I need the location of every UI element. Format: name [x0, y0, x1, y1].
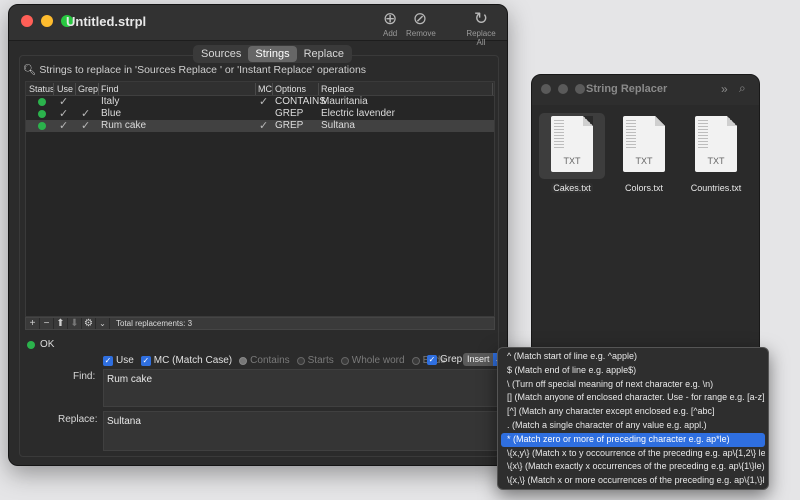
- tab-bar: Sources Strings Replace: [193, 45, 352, 63]
- window-title: Untitled.strpl: [66, 14, 147, 29]
- grep-option: ✓ Grep: [427, 354, 463, 365]
- find-label: Find:: [73, 371, 96, 382]
- menu-item-highlighted[interactable]: * (Match zero or more of preceding chara…: [501, 432, 765, 447]
- file-item[interactable]: TXT Cakes.txt: [538, 113, 606, 194]
- remove-row-icon[interactable]: −: [40, 318, 54, 329]
- total-replacements: Total replacements: 3: [116, 319, 193, 328]
- menu-item[interactable]: [] (Match anyone of enclosed character. …: [501, 391, 765, 405]
- side-titlebar: String Replacer » ⌕: [532, 75, 759, 105]
- col-options[interactable]: Options: [275, 84, 306, 94]
- plus-circle-icon: ⊕: [383, 9, 398, 28]
- grep-check-icon[interactable]: ✓: [81, 108, 90, 120]
- menu-item[interactable]: \ (Turn off special meaning of next char…: [501, 378, 765, 392]
- status-indicator: OK: [27, 339, 54, 350]
- move-up-icon[interactable]: ⬆: [54, 318, 68, 329]
- starts-radio[interactable]: [296, 356, 305, 365]
- insert-menu: ^ (Match start of line e.g. ^apple) $ (M…: [497, 347, 769, 490]
- use-check-icon[interactable]: ✓: [59, 96, 68, 108]
- add-button[interactable]: ⊕ Add: [383, 9, 397, 38]
- status-ok-icon: [38, 110, 46, 118]
- replace-label: Replace:: [58, 414, 98, 425]
- mc-check-icon[interactable]: ✓: [259, 96, 268, 108]
- table-row[interactable]: ✓ Italy ✓ CONTAINS Mauritania: [26, 96, 494, 108]
- status-ok-icon: [38, 122, 46, 130]
- col-mc[interactable]: MC: [258, 84, 272, 94]
- table-row[interactable]: ✓ ✓ Rum cake ✓ GREP Sultana: [26, 120, 494, 132]
- minimize-window-button[interactable]: [558, 84, 568, 94]
- close-window-button[interactable]: [21, 15, 33, 27]
- menu-item[interactable]: . (Match a single character of any value…: [501, 419, 765, 433]
- prohibit-icon: ⊘: [412, 9, 428, 28]
- col-grep[interactable]: Grep: [78, 84, 98, 94]
- replace-field[interactable]: Sultana: [103, 411, 503, 451]
- replace-all-button[interactable]: ↻ Replace All: [461, 9, 501, 47]
- chevron-down-icon[interactable]: ⌄: [96, 318, 110, 329]
- zoom-window-button[interactable]: [575, 84, 585, 94]
- search-icon[interactable]: ⌕: [739, 81, 746, 96]
- use-checkbox[interactable]: ✓: [103, 355, 113, 366]
- main-window: Untitled.strpl ⊕ Add ⊘ Remove ↻ Replace …: [8, 4, 508, 466]
- file-item[interactable]: TXT Countries.txt: [682, 113, 750, 194]
- remove-button[interactable]: ⊘ Remove: [406, 9, 436, 38]
- status-ok-icon: [38, 98, 46, 106]
- tab-sources[interactable]: Sources: [194, 46, 248, 62]
- strings-table: Status Use Grep Find MC Options Replace …: [25, 81, 495, 317]
- tab-replace[interactable]: Replace: [297, 46, 351, 62]
- grep-checkbox[interactable]: ✓: [427, 354, 437, 365]
- string-replacer-window: String Replacer » ⌕ TXT Cakes.txt TXT Co…: [531, 74, 760, 359]
- tab-strings[interactable]: Strings: [248, 46, 297, 62]
- table-header: Status Use Grep Find MC Options Replace: [26, 82, 494, 96]
- use-check-icon[interactable]: ✓: [59, 108, 68, 120]
- search-icon: 🔍︎: [23, 64, 37, 76]
- contains-radio[interactable]: [239, 356, 248, 365]
- use-check-icon[interactable]: ✓: [59, 120, 68, 132]
- grep-check-icon[interactable]: ✓: [81, 120, 90, 132]
- minimize-window-button[interactable]: [41, 15, 53, 27]
- menu-item[interactable]: [^] (Match any character except enclosed…: [501, 405, 765, 419]
- menu-item[interactable]: ^ (Match start of line e.g. ^apple): [501, 350, 765, 364]
- gear-icon[interactable]: ⚙: [82, 318, 96, 329]
- mc-check-icon[interactable]: ✓: [259, 120, 268, 132]
- side-window-title: String Replacer: [586, 83, 668, 95]
- refresh-icon: ↻: [473, 9, 489, 28]
- menu-item[interactable]: \{x,\} (Match x or more occurrences of t…: [501, 474, 765, 488]
- hint-text: 🔍︎ Strings to replace in 'Sources Replace…: [23, 64, 367, 76]
- table-footer: + − ⬆ ⬇ ⚙ ⌄ Total replacements: 3: [25, 317, 495, 330]
- menu-item[interactable]: \{x,y\} (Match x to y occourrence of the…: [501, 447, 765, 461]
- text-file-icon: TXT: [623, 116, 665, 172]
- menu-item[interactable]: $ (Match end of line e.g. apple$): [501, 364, 765, 378]
- col-status[interactable]: Status: [29, 84, 55, 94]
- col-find[interactable]: Find: [101, 84, 119, 94]
- col-use[interactable]: Use: [57, 84, 73, 94]
- menu-item[interactable]: \{x\} (Match exactly x occurrences of th…: [501, 460, 765, 474]
- file-item[interactable]: TXT Colors.txt: [610, 113, 678, 194]
- ok-icon: [27, 340, 35, 349]
- double-chevron-icon[interactable]: »: [721, 82, 728, 96]
- find-field[interactable]: Rum cake: [103, 369, 503, 407]
- mc-checkbox[interactable]: ✓: [140, 355, 151, 366]
- match-options: ✓ Use ✓ MC (Match Case) Contains Starts …: [103, 355, 445, 366]
- text-file-icon: TXT: [551, 116, 593, 172]
- ends-radio[interactable]: [411, 356, 420, 365]
- move-down-icon[interactable]: ⬇: [68, 318, 82, 329]
- add-row-icon[interactable]: +: [26, 318, 40, 329]
- whole-word-radio[interactable]: [340, 356, 349, 365]
- main-titlebar: Untitled.strpl ⊕ Add ⊘ Remove ↻ Replace …: [9, 5, 507, 47]
- col-replace[interactable]: Replace: [321, 84, 354, 94]
- table-row[interactable]: ✓ ✓ Blue GREP Electric lavender: [26, 108, 494, 120]
- text-file-icon: TXT: [695, 116, 737, 172]
- close-window-button[interactable]: [541, 84, 551, 94]
